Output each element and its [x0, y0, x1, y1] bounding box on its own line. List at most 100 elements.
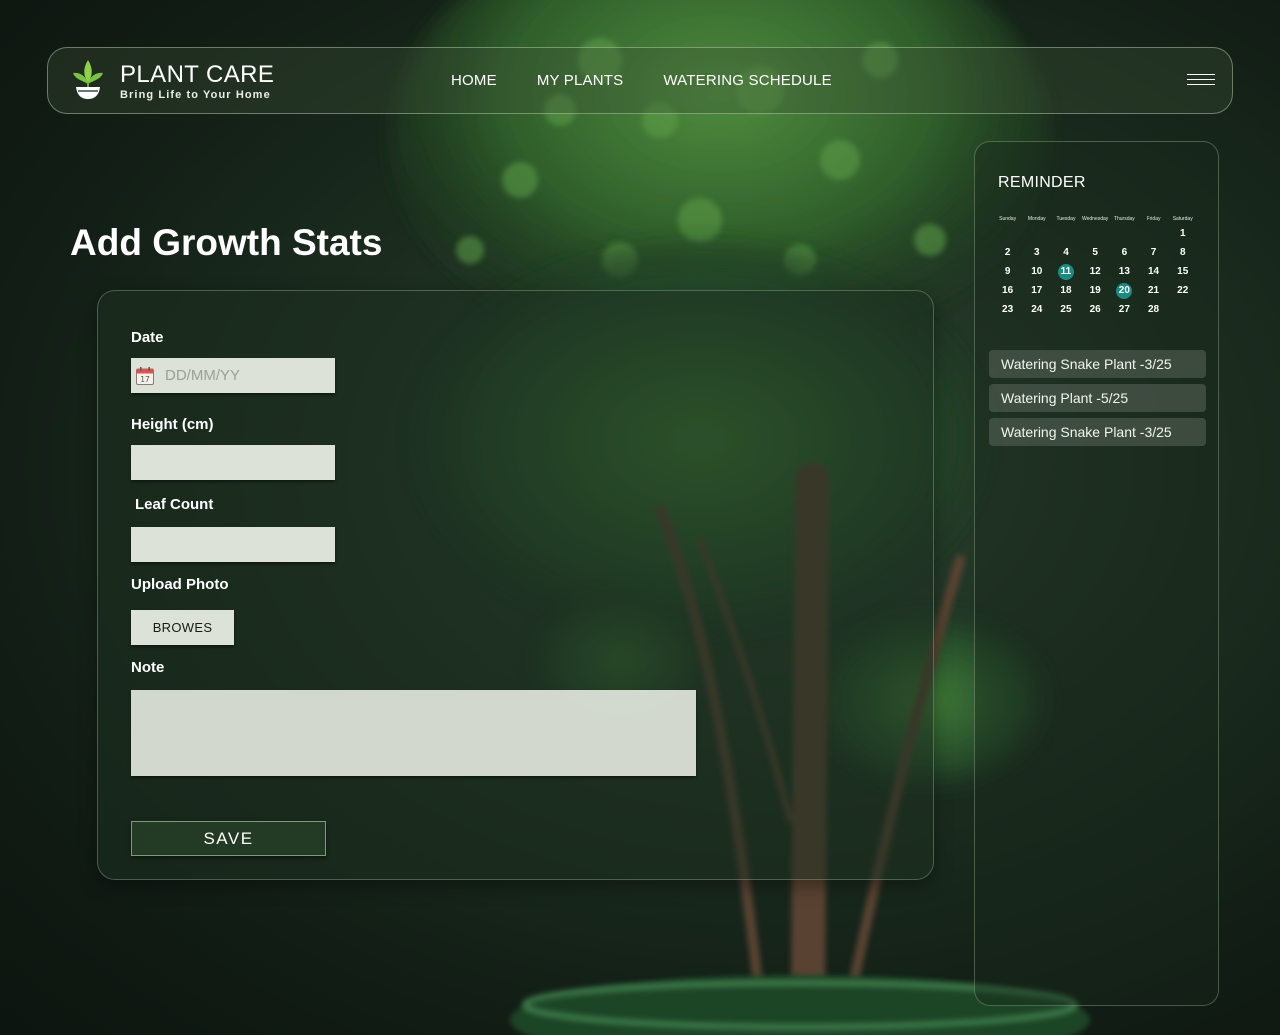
calendar-day-number: 17 — [1031, 285, 1043, 296]
calendar-empty-cell — [1110, 224, 1139, 243]
page-title: Add Growth Stats — [70, 222, 383, 263]
calendar-day-number: 27 — [1118, 304, 1130, 315]
nav-my-plants[interactable]: MY PLANTS — [537, 72, 624, 89]
calendar-day[interactable]: 4 — [1051, 243, 1080, 262]
calendar-day-number: 12 — [1089, 266, 1101, 277]
calendar-day[interactable]: 13 — [1110, 262, 1139, 281]
height-input[interactable] — [131, 445, 335, 480]
leaf-count-input[interactable] — [131, 527, 335, 562]
date-label: Date — [131, 329, 164, 346]
calendar-empty-cell — [1022, 224, 1051, 243]
calendar-day[interactable]: 9 — [993, 262, 1022, 281]
calendar-weekdays: Sunday Monday Tuesday Wednesday Thursday Frid… — [993, 216, 1203, 224]
calendar-weekday: Friday — [1146, 216, 1161, 222]
nav-home[interactable]: HOME — [451, 72, 497, 89]
calendar-day[interactable]: 5 — [1081, 243, 1110, 262]
top-navbar: PLANT CARE Bring Life to Your Home HOME … — [47, 47, 1233, 114]
calendar-day-number: 10 — [1031, 266, 1043, 277]
calendar-empty-cell — [993, 224, 1022, 243]
calendar-day-number: 26 — [1089, 304, 1101, 315]
main-nav: HOME MY PLANTS WATERING SCHEDULE — [451, 72, 832, 89]
calendar-day[interactable]: 23 — [993, 300, 1022, 319]
brand-logo[interactable]: PLANT CARE Bring Life to Your Home — [70, 58, 274, 104]
calendar-day-number: 1 — [1179, 228, 1186, 239]
calendar-day-number: 14 — [1147, 266, 1160, 277]
calendar-day[interactable]: 24 — [1022, 300, 1051, 319]
calendar-day-number: 5 — [1092, 247, 1098, 258]
reminder-item[interactable]: Watering Snake Plant -3/25 — [989, 350, 1206, 378]
date-placeholder: DD/MM/YY — [165, 367, 240, 384]
calendar-day[interactable]: 6 — [1110, 243, 1139, 262]
calendar-weekday: Monday — [1027, 216, 1046, 222]
calendar-day[interactable]: 2 — [993, 243, 1022, 262]
calendar-day-number: 13 — [1118, 266, 1130, 277]
calendar-day-number: 24 — [1031, 304, 1043, 315]
calendar-empty-cell — [1081, 224, 1110, 243]
leaf-count-label: Leaf Count — [135, 496, 214, 513]
calendar-weekday: Wednesday — [1081, 216, 1109, 222]
calendar-weekday: Tuesday — [1056, 216, 1076, 222]
calendar-weekday: Saturday — [1172, 216, 1193, 222]
upload-photo-label: Upload Photo — [131, 576, 229, 593]
calendar-day[interactable]: 20 — [1110, 281, 1139, 300]
calendar-day-number: 23 — [1002, 304, 1014, 315]
reminder-item[interactable]: Watering Plant -5/25 — [989, 384, 1206, 412]
calendar-day-number: 21 — [1147, 285, 1160, 296]
calendar-day[interactable]: 3 — [1022, 243, 1051, 262]
calendar-day[interactable]: 16 — [993, 281, 1022, 300]
calendar-icon: 17 — [136, 366, 154, 385]
calendar-day[interactable]: 18 — [1051, 281, 1080, 300]
calendar-day-number: 18 — [1060, 285, 1072, 296]
date-input[interactable]: 17 DD/MM/YY — [131, 358, 335, 393]
calendar-days: 1 2 3 4 5 6 7 8 9 10 11 12 13 14 15 16 17 18 19 20 21 22 23 24 2… — [993, 224, 1203, 319]
calendar-day-number: 8 — [1179, 247, 1186, 258]
calendar-day-number: 16 — [1002, 285, 1014, 296]
calendar-day[interactable]: 14 — [1139, 262, 1168, 281]
calendar-day[interactable]: 17 — [1022, 281, 1051, 300]
calendar-day[interactable]: 1 — [1168, 224, 1197, 243]
calendar-day[interactable]: 28 — [1139, 300, 1168, 319]
calendar-day[interactable]: 25 — [1051, 300, 1080, 319]
calendar-day[interactable]: 10 — [1022, 262, 1051, 281]
calendar-day[interactable]: 7 — [1139, 243, 1168, 262]
hamburger-menu-icon[interactable] — [1187, 74, 1215, 88]
calendar-day[interactable]: 8 — [1168, 243, 1197, 262]
calendar-weekday: Thursday — [1113, 216, 1135, 222]
height-label: Height (cm) — [131, 416, 214, 433]
calendar-day[interactable]: 22 — [1168, 281, 1197, 300]
calendar-day-number: 28 — [1147, 304, 1160, 315]
mini-calendar: Sunday Monday Tuesday Wednesday Thursday Frid… — [993, 216, 1203, 319]
calendar-day-number: 20 — [1118, 285, 1130, 296]
calendar-day[interactable]: 26 — [1081, 300, 1110, 319]
note-textarea[interactable] — [131, 690, 696, 776]
calendar-day-number: 11 — [1060, 266, 1072, 277]
calendar-day-number: 19 — [1089, 285, 1101, 296]
calendar-day[interactable]: 12 — [1081, 262, 1110, 281]
calendar-day[interactable]: 11 — [1051, 262, 1080, 281]
reminder-title: REMINDER — [998, 174, 1086, 191]
calendar-day[interactable]: 21 — [1139, 281, 1168, 300]
calendar-day-number: 4 — [1063, 247, 1069, 258]
plant-sprout-icon — [73, 60, 103, 99]
calendar-empty-cell — [1139, 224, 1168, 243]
brand-tagline: Bring Life to Your Home — [120, 88, 271, 101]
calendar-day-number: 9 — [1004, 266, 1011, 277]
calendar-day-number: 3 — [1034, 247, 1040, 258]
calendar-day[interactable]: 15 — [1168, 262, 1197, 281]
browse-button[interactable]: BROWES — [131, 610, 234, 645]
calendar-day-number: 22 — [1177, 285, 1189, 296]
nav-watering-schedule[interactable]: WATERING SCHEDULE — [663, 72, 831, 89]
calendar-day-number: 7 — [1150, 247, 1157, 258]
calendar-day[interactable]: 27 — [1110, 300, 1139, 319]
calendar-day-number: 25 — [1060, 304, 1072, 315]
calendar-day-number: 2 — [1004, 247, 1011, 258]
reminder-item[interactable]: Watering Snake Plant -3/25 — [989, 418, 1206, 446]
growth-stats-form: Date 17 DD/MM/YY Height (cm) Leaf Count … — [97, 290, 934, 880]
calendar-empty-cell — [1051, 224, 1080, 243]
brand-name: PLANT CARE — [120, 60, 275, 88]
save-button[interactable]: SAVE — [131, 821, 326, 856]
reminder-panel: REMINDER Sunday Monday Tuesday Wednesday Thu… — [974, 141, 1219, 1006]
svg-text:17: 17 — [140, 375, 150, 384]
calendar-day[interactable]: 19 — [1081, 281, 1110, 300]
calendar-day-number: 6 — [1121, 247, 1128, 258]
